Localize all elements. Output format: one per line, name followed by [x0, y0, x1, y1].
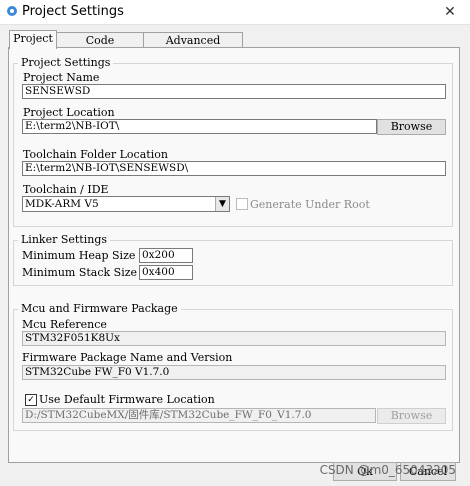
window-title: Project Settings: [22, 4, 124, 19]
tab-code-generator[interactable]: Code Generator: [56, 32, 144, 62]
generate-under-root-label: Generate Under Root: [250, 198, 370, 211]
use-default-location-label: Use Default Firmware Location: [39, 393, 215, 406]
chevron-down-icon[interactable]: ▼: [215, 197, 229, 211]
toolchain-ide-select[interactable]: MDK-ARM V5 ▼: [22, 196, 230, 212]
firmware-package-field: STM32Cube FW_F0 V1.7.0: [22, 365, 446, 380]
firmware-location-browse-button[interactable]: Browse: [377, 408, 446, 424]
group-title: Mcu and Firmware Package: [18, 302, 181, 315]
firmware-package-label: Firmware Package Name and Version: [22, 351, 233, 364]
app-icon: [7, 6, 17, 16]
group-title: Linker Settings: [18, 233, 111, 246]
toolchain-ide-label: Toolchain / IDE: [23, 183, 109, 196]
project-location-label: Project Location: [23, 106, 115, 119]
project-name-label: Project Name: [23, 71, 100, 84]
title-bar: Project Settings ✕: [0, 0, 470, 25]
firmware-location-field: D:/STM32CubeMX/固件库/STM32Cube_FW_F0_V1.7.…: [22, 408, 376, 423]
toolchain-ide-value: MDK-ARM V5: [25, 198, 99, 210]
project-location-browse-button[interactable]: Browse: [377, 119, 446, 135]
tab-advanced-settings[interactable]: Advanced Settings: [143, 32, 243, 62]
project-name-field[interactable]: SENSEWSD: [22, 84, 446, 99]
mcu-reference-label: Mcu Reference: [22, 318, 107, 331]
close-icon[interactable]: ✕: [430, 0, 470, 24]
project-location-field[interactable]: E:\term2\NB-IOT\: [22, 119, 377, 134]
use-default-location-checkbox[interactable]: ✓: [25, 394, 37, 406]
min-heap-field[interactable]: 0x200: [139, 248, 193, 263]
generate-under-root-checkbox[interactable]: [236, 198, 248, 210]
toolchain-folder-label: Toolchain Folder Location: [23, 148, 168, 161]
group-title: Project Settings: [18, 56, 114, 69]
linker-settings-group: Linker Settings: [13, 233, 453, 286]
tab-project[interactable]: Project: [9, 30, 57, 49]
min-heap-label: Minimum Heap Size: [22, 249, 136, 262]
min-stack-label: Minimum Stack Size: [22, 266, 138, 279]
min-stack-field[interactable]: 0x400: [139, 265, 193, 280]
mcu-reference-field: STM32F051K8Ux: [22, 331, 446, 346]
watermark-text: CSDN @m0_65043205: [319, 463, 456, 477]
toolchain-folder-field[interactable]: E:\term2\NB-IOT\SENSEWSD\: [22, 161, 446, 176]
